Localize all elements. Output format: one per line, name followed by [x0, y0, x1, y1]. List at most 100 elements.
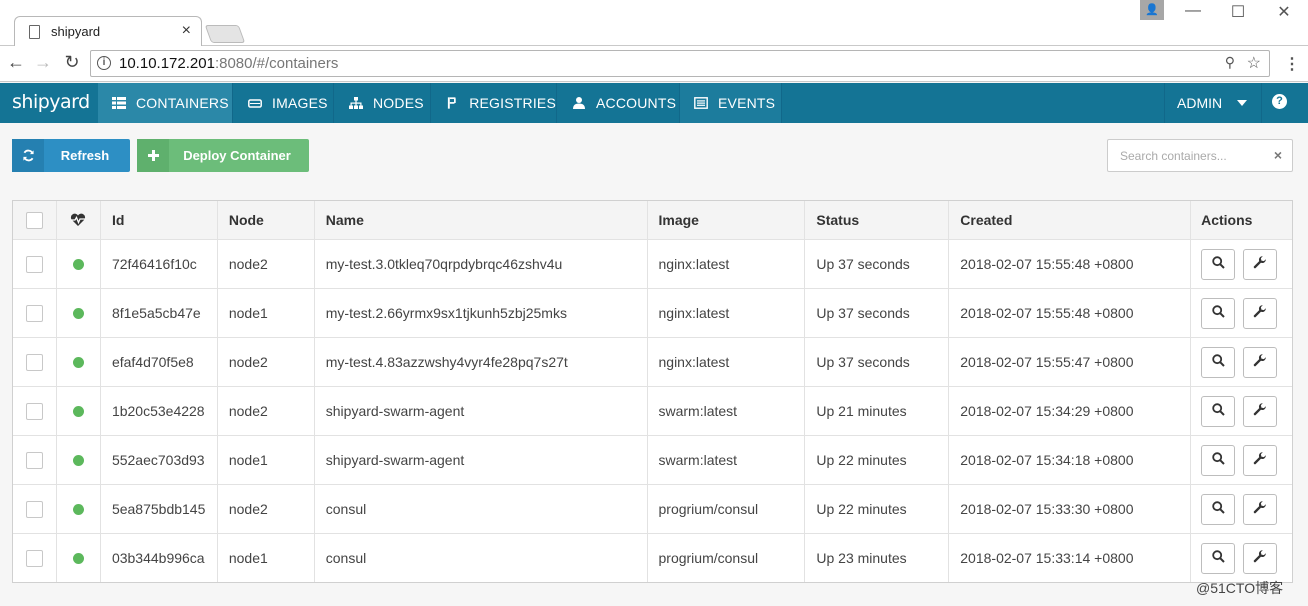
refresh-button[interactable]: Refresh	[12, 139, 130, 172]
clear-search-icon[interactable]: ×	[1274, 147, 1282, 163]
container-id[interactable]: 1b20c53e4228	[101, 387, 218, 435]
container-status: Up 21 minutes	[805, 387, 950, 435]
inspect-button[interactable]	[1201, 493, 1236, 525]
manage-button[interactable]	[1243, 346, 1278, 378]
container-image: nginx:latest	[648, 289, 806, 337]
inspect-button[interactable]	[1201, 248, 1236, 280]
actions-cell	[1191, 338, 1292, 386]
table-row[interactable]: efaf4d70f5e8 node2 my-test.4.83azzwshy4vyr…	[13, 337, 1292, 386]
container-created: 2018-02-07 15:33:14 +0800	[949, 534, 1192, 582]
nav-images[interactable]: IMAGES	[233, 83, 334, 123]
health-status-dot	[72, 258, 84, 270]
container-id[interactable]: 03b344b996ca	[101, 534, 218, 582]
manage-button[interactable]	[1243, 493, 1278, 525]
wrench-icon	[1253, 255, 1267, 273]
container-created: 2018-02-07 15:33:30 +0800	[949, 485, 1192, 533]
header-image[interactable]: Image	[648, 201, 806, 239]
container-id[interactable]: efaf4d70f5e8	[101, 338, 218, 386]
tab-close-button[interactable]: ×	[182, 22, 191, 40]
header-id[interactable]: Id	[101, 201, 218, 239]
deploy-label: Deploy Container	[183, 148, 291, 163]
row-checkbox[interactable]	[25, 500, 43, 518]
container-node: node1	[218, 436, 315, 484]
manage-button[interactable]	[1243, 395, 1278, 427]
address-bar[interactable]: i 10.10.172.201:8080/#/containers ⚲ ☆	[90, 50, 1270, 77]
profile-icon[interactable]: 👤	[1140, 0, 1164, 20]
nav-events[interactable]: EVENTS	[680, 83, 782, 123]
manage-button[interactable]	[1243, 248, 1278, 280]
nav-nodes[interactable]: NODES	[334, 83, 431, 123]
inspect-button[interactable]	[1201, 542, 1236, 574]
container-id[interactable]: 552aec703d93	[101, 436, 218, 484]
container-id[interactable]: 8f1e5a5cb47e	[101, 289, 218, 337]
health-cell	[57, 485, 101, 533]
row-checkbox[interactable]	[25, 304, 43, 322]
table-row[interactable]: 1b20c53e4228 node2 shipyard-swarm-agent swa…	[13, 386, 1292, 435]
nav-containers[interactable]: CONTAINERS	[98, 83, 233, 123]
info-icon[interactable]: i	[97, 56, 111, 70]
forward-button[interactable]: →	[33, 52, 53, 73]
bookmark-star-icon[interactable]: ☆	[1247, 53, 1261, 73]
header-node[interactable]: Node	[218, 201, 315, 239]
refresh-icon	[12, 139, 44, 172]
actions-cell	[1191, 436, 1292, 484]
row-checkbox[interactable]	[25, 402, 43, 420]
header-name[interactable]: Name	[315, 201, 648, 239]
table-row[interactable]: 72f46416f10c node2 my-test.3.0tkleq70qrpdy…	[13, 239, 1292, 288]
header-actions: Actions	[1201, 212, 1253, 228]
deploy-container-button[interactable]: Deploy Container	[137, 139, 309, 172]
maximize-button[interactable]: ☐	[1228, 2, 1248, 22]
table-row[interactable]: 552aec703d93 node1 shipyard-swarm-agent swa…	[13, 435, 1292, 484]
inspect-button[interactable]	[1201, 444, 1236, 476]
container-name: my-test.4.83azzwshy4vyr4fe28pq7s27t	[315, 338, 648, 386]
nav-accounts[interactable]: ACCOUNTS	[557, 83, 680, 123]
help-icon[interactable]: ?	[1272, 94, 1287, 109]
table-row[interactable]: 03b344b996ca node1 consul progrium/consul Up…	[13, 533, 1292, 582]
nav-label: CONTAINERS	[136, 95, 229, 111]
user-icon	[573, 97, 585, 109]
new-tab-button[interactable]	[204, 25, 246, 43]
row-checkbox[interactable]	[25, 255, 43, 273]
table-row[interactable]: 8f1e5a5cb47e node1 my-test.2.66yrmx9sx1tjk…	[13, 288, 1292, 337]
container-id[interactable]: 72f46416f10c	[101, 240, 218, 288]
url-host: 10.10.172.201	[119, 55, 215, 72]
key-icon[interactable]: ⚲	[1225, 54, 1235, 71]
minimize-button[interactable]: —	[1183, 2, 1203, 20]
health-cell	[57, 436, 101, 484]
header-created[interactable]: Created	[949, 201, 1192, 239]
manage-button[interactable]	[1243, 297, 1278, 329]
select-all-checkbox[interactable]	[25, 211, 43, 229]
row-checkbox[interactable]	[25, 549, 43, 567]
brand-logo[interactable]: shipyard	[12, 91, 90, 113]
row-checkbox[interactable]	[25, 451, 43, 469]
url-text[interactable]: 10.10.172.201:8080/#/containers	[119, 55, 338, 72]
health-status-dot	[72, 405, 84, 417]
user-menu-dropdown[interactable]: ADMIN	[1164, 83, 1262, 123]
browser-tab[interactable]: shipyard ×	[14, 16, 202, 47]
row-checkbox[interactable]	[25, 353, 43, 371]
reload-button[interactable]: ↻	[62, 52, 82, 73]
container-image: swarm:latest	[648, 387, 806, 435]
container-node: node2	[218, 338, 315, 386]
table-row[interactable]: 5ea875bdb145 node2 consul progrium/consul Up…	[13, 484, 1292, 533]
actions-cell	[1191, 485, 1292, 533]
inspect-button[interactable]	[1201, 346, 1236, 378]
manage-button[interactable]	[1243, 444, 1278, 476]
row-checkbox-cell	[13, 436, 57, 484]
inspect-button[interactable]	[1201, 297, 1236, 329]
browser-menu-button[interactable]: ⋮	[1284, 54, 1300, 74]
actions-cell	[1191, 387, 1292, 435]
manage-button[interactable]	[1243, 542, 1278, 574]
header-status[interactable]: Status	[805, 201, 950, 239]
inspect-button[interactable]	[1201, 395, 1236, 427]
close-window-button[interactable]: ✕	[1274, 2, 1294, 22]
table-body: 72f46416f10c node2 my-test.3.0tkleq70qrpdy…	[13, 239, 1292, 582]
container-name: shipyard-swarm-agent	[315, 387, 648, 435]
search-icon	[1211, 305, 1225, 321]
back-button[interactable]: ←	[6, 52, 26, 73]
caret-down-icon	[1237, 100, 1247, 106]
container-id[interactable]: 5ea875bdb145	[101, 485, 218, 533]
search-input[interactable]	[1108, 140, 1268, 171]
nav-registries[interactable]: REGISTRIES	[431, 83, 557, 123]
container-image: progrium/consul	[648, 485, 806, 533]
